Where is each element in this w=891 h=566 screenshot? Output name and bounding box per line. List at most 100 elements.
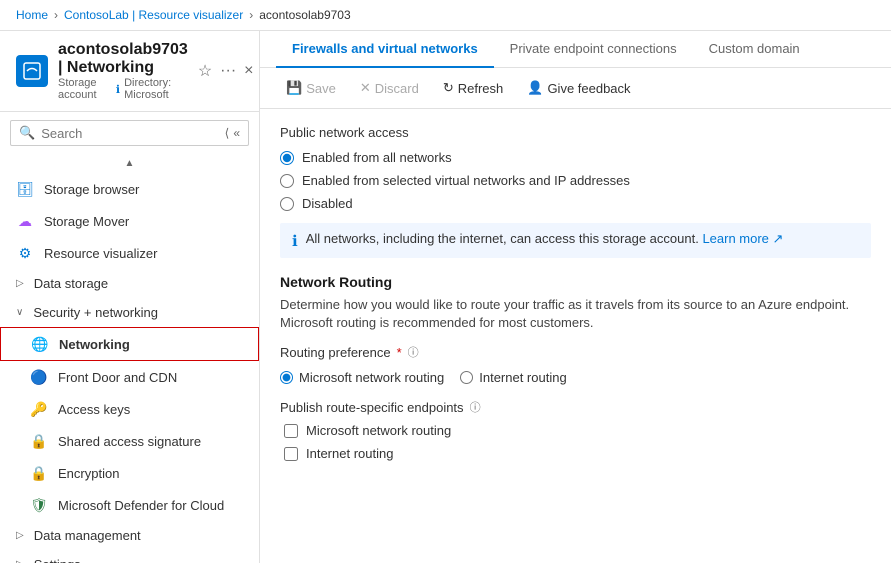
collapse-icon[interactable]: ⟨ <box>225 126 230 140</box>
breadcrumb-contoso[interactable]: ContosoLab | Resource visualizer <box>64 8 243 22</box>
app-icon <box>16 55 48 87</box>
routing-internet-input[interactable] <box>460 371 473 384</box>
sidebar-label-storage-mover: Storage Mover <box>44 214 129 229</box>
tab-bar: Firewalls and virtual networks Private e… <box>260 31 891 68</box>
breadcrumb: Home › ContosoLab | Resource visualizer … <box>0 0 891 31</box>
sidebar-label-resource-visualizer: Resource visualizer <box>44 246 157 261</box>
tab-private-endpoint[interactable]: Private endpoint connections <box>494 31 693 68</box>
sidebar-label-defender: Microsoft Defender for Cloud <box>58 498 224 513</box>
network-routing-title: Network Routing <box>280 274 871 290</box>
security-networking-chevron: ∨ <box>16 307 23 318</box>
routing-microsoft[interactable]: Microsoft network routing <box>280 370 444 385</box>
routing-internet[interactable]: Internet routing <box>460 370 566 385</box>
storage-browser-icon: 🗄 <box>16 180 34 198</box>
publish-endpoints-label: Publish route-specific endpoints ⓘ <box>280 399 871 415</box>
tab-firewalls[interactable]: Firewalls and virtual networks <box>276 31 494 68</box>
radio-selected-networks-input[interactable] <box>280 174 294 188</box>
feedback-icon: 👤 <box>527 80 543 96</box>
sidebar-group-settings[interactable]: ▷ Settings <box>0 550 259 563</box>
sidebar-item-networking[interactable]: 🌐 Networking <box>0 327 259 361</box>
data-storage-chevron: ▷ <box>16 278 24 289</box>
sidebar-group-data-management[interactable]: ▷ Data management <box>0 521 259 550</box>
info-bar-text: All networks, including the internet, ca… <box>306 231 784 247</box>
encryption-icon: 🔒 <box>30 464 48 482</box>
star-icon[interactable]: ☆ <box>198 61 212 81</box>
sidebar-label-storage-browser: Storage browser <box>44 182 139 197</box>
networking-icon: 🌐 <box>31 335 49 353</box>
sidebar-label-networking: Networking <box>59 337 130 352</box>
publish-microsoft-label: Microsoft network routing <box>306 423 451 438</box>
search-input[interactable] <box>41 126 218 141</box>
access-keys-icon: 🔑 <box>30 400 48 418</box>
refresh-icon: ↻ <box>443 80 454 96</box>
sidebar-label-data-management: Data management <box>34 528 141 543</box>
sidebar-group-data-storage[interactable]: ▷ Data storage <box>0 269 259 298</box>
network-routing-desc: Determine how you would like to route yo… <box>280 296 871 332</box>
publish-internet-checkbox[interactable] <box>284 447 298 461</box>
routing-preference-label: Routing preference <box>280 345 391 360</box>
publish-internet[interactable]: Internet routing <box>284 446 871 461</box>
sidebar-item-encryption[interactable]: 🔒 Encryption <box>0 457 259 489</box>
app-header: acontosolab9703 | Networking Storage acc… <box>0 31 259 112</box>
radio-disabled-input[interactable] <box>280 197 294 211</box>
data-management-chevron: ▷ <box>16 530 24 541</box>
discard-icon: ✕ <box>360 80 371 96</box>
tab-custom-domain[interactable]: Custom domain <box>693 31 816 68</box>
sidebar: acontosolab9703 | Networking Storage acc… <box>0 31 260 563</box>
sidebar-label-access-keys: Access keys <box>58 402 130 417</box>
sidebar-item-frontdoor[interactable]: 🔵 Front Door and CDN <box>0 361 259 393</box>
storage-mover-icon: ☁ <box>16 212 34 230</box>
routing-microsoft-label: Microsoft network routing <box>299 370 444 385</box>
main-content: Firewalls and virtual networks Private e… <box>260 31 891 563</box>
public-access-radio-group: Enabled from all networks Enabled from s… <box>280 150 871 211</box>
public-access-title: Public network access <box>280 125 871 140</box>
more-icon[interactable]: ··· <box>220 62 236 80</box>
radio-all-networks[interactable]: Enabled from all networks <box>280 150 871 165</box>
sidebar-label-security-networking: Security + networking <box>33 305 158 320</box>
frontdoor-icon: 🔵 <box>30 368 48 386</box>
sidebar-item-access-keys[interactable]: 🔑 Access keys <box>0 393 259 425</box>
breadcrumb-current: acontosolab9703 <box>259 8 350 22</box>
toolbar: 💾 Save ✕ Discard ↻ Refresh 👤 Give feedba… <box>260 68 891 109</box>
publish-microsoft-checkbox[interactable] <box>284 424 298 438</box>
close-icon[interactable]: × <box>244 62 253 80</box>
publish-microsoft[interactable]: Microsoft network routing <box>284 423 871 438</box>
feedback-button[interactable]: 👤 Give feedback <box>517 76 640 100</box>
radio-all-networks-input[interactable] <box>280 151 294 165</box>
radio-selected-networks[interactable]: Enabled from selected virtual networks a… <box>280 173 871 188</box>
discard-button[interactable]: ✕ Discard <box>350 76 429 100</box>
sas-icon: 🔒 <box>30 432 48 450</box>
sidebar-item-storage-browser[interactable]: 🗄 Storage browser <box>0 173 259 205</box>
refresh-button[interactable]: ↻ Refresh <box>433 76 513 100</box>
resource-visualizer-icon: ⚙ <box>16 244 34 262</box>
sidebar-label-encryption: Encryption <box>58 466 119 481</box>
save-icon: 💾 <box>286 80 302 96</box>
settings-chevron: ▷ <box>16 559 24 563</box>
sidebar-item-resource-visualizer[interactable]: ⚙ Resource visualizer <box>0 237 259 269</box>
routing-preference-row: Routing preference * ⓘ <box>280 344 871 360</box>
sidebar-label-settings: Settings <box>34 557 81 563</box>
sidebar-label-data-storage: Data storage <box>34 276 108 291</box>
minimize-icon[interactable]: « <box>233 126 240 140</box>
breadcrumb-home[interactable]: Home <box>16 8 48 22</box>
publish-info-icon: ⓘ <box>470 399 481 415</box>
sidebar-item-storage-mover[interactable]: ☁ Storage Mover <box>0 205 259 237</box>
app-title: acontosolab9703 | Networking <box>58 41 188 77</box>
save-button[interactable]: 💾 Save <box>276 76 346 100</box>
routing-microsoft-input[interactable] <box>280 371 293 384</box>
radio-disabled-label: Disabled <box>302 196 353 211</box>
scroll-up-arrow[interactable]: ▲ <box>0 154 259 173</box>
app-subtitle: Storage account ℹ Directory: Microsoft <box>58 77 188 101</box>
learn-more-link[interactable]: Learn more ↗ <box>702 231 783 246</box>
content-area: Public network access Enabled from all n… <box>260 109 891 563</box>
sidebar-label-frontdoor: Front Door and CDN <box>58 370 177 385</box>
routing-internet-label: Internet routing <box>479 370 566 385</box>
radio-all-networks-label: Enabled from all networks <box>302 150 452 165</box>
sidebar-item-defender[interactable]: 🛡 Microsoft Defender for Cloud <box>0 489 259 521</box>
sidebar-item-sas[interactable]: 🔒 Shared access signature <box>0 425 259 457</box>
info-icon: ℹ <box>116 83 120 96</box>
search-container: 🔍 ⟨ « <box>10 120 249 146</box>
sidebar-group-security-networking[interactable]: ∨ Security + networking <box>0 298 259 327</box>
info-bar-icon: ℹ <box>292 232 298 250</box>
radio-disabled[interactable]: Disabled <box>280 196 871 211</box>
